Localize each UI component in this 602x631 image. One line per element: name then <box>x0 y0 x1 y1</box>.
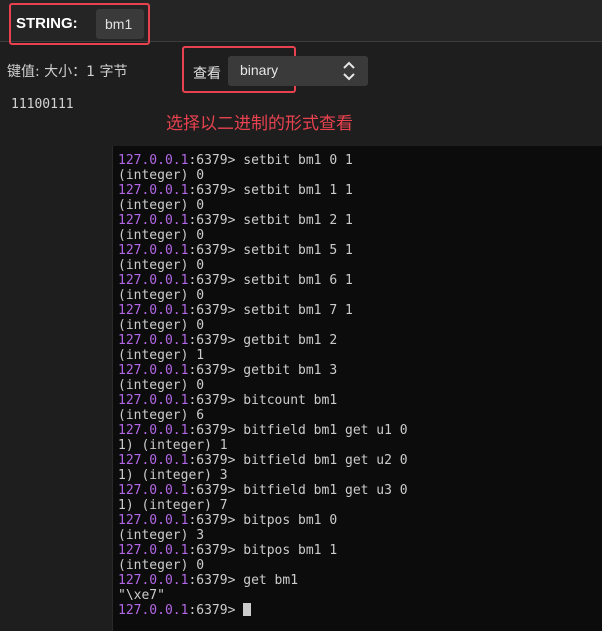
terminal-output-line: (integer) 0 <box>118 288 408 303</box>
terminal-command-line: 127.0.0.1:6379> bitpos bm1 0 <box>118 513 408 528</box>
terminal-output-line: (integer) 3 <box>118 528 408 543</box>
annotation-text: 选择以二进制的形式查看 <box>166 114 353 134</box>
result-text: (integer) 0 <box>118 558 205 573</box>
terminal-command-line: 127.0.0.1:6379> setbit bm1 5 1 <box>118 243 408 258</box>
command-text: :6379> bitpos bm1 1 <box>188 543 338 558</box>
command-text: :6379> bitfield bm1 get u2 0 <box>188 453 408 468</box>
result-text: (integer) 0 <box>118 258 205 273</box>
view-label: 查看 <box>193 66 221 82</box>
terminal-command-line: 127.0.0.1:6379> getbit bm1 3 <box>118 363 408 378</box>
terminal-command-line: 127.0.0.1:6379> setbit bm1 7 1 <box>118 303 408 318</box>
result-text: (integer) 0 <box>118 198 205 213</box>
terminal-command-line: 127.0.0.1:6379> get bm1 <box>118 573 408 588</box>
prompt-host: 127.0.0.1 <box>118 573 189 588</box>
terminal-output-line: (integer) 6 <box>118 408 408 423</box>
command-text: :6379> setbit bm1 5 1 <box>188 243 353 258</box>
terminal-command-line: 127.0.0.1:6379> setbit bm1 1 1 <box>118 183 408 198</box>
redis-cli-terminal[interactable]: 127.0.0.1:6379> setbit bm1 0 1 (integer) … <box>112 146 602 631</box>
result-text: (integer) 0 <box>118 228 205 243</box>
prompt-host: 127.0.0.1 <box>118 543 189 558</box>
terminal-output-line: (integer) 0 <box>118 258 408 273</box>
prompt-host: 127.0.0.1 <box>118 153 189 168</box>
terminal-command-line: 127.0.0.1:6379> <box>118 603 408 618</box>
terminal-output-line: "\xe7" <box>118 588 408 603</box>
prompt-host: 127.0.0.1 <box>118 183 189 198</box>
terminal-output-line: (integer) 0 <box>118 318 408 333</box>
prompt-host: 127.0.0.1 <box>118 333 189 348</box>
result-text: "\xe7" <box>118 588 165 603</box>
terminal-command-line: 127.0.0.1:6379> setbit bm1 0 1 <box>118 153 408 168</box>
result-text: 1) (integer) 3 <box>118 468 228 483</box>
terminal-command-line: 127.0.0.1:6379> bitcount bm1 <box>118 393 408 408</box>
terminal-output-line: (integer) 0 <box>118 168 408 183</box>
result-text: (integer) 6 <box>118 408 205 423</box>
binary-value-text: 11100111 <box>11 97 74 112</box>
command-text: :6379> get bm1 <box>188 573 299 588</box>
terminal-output: 127.0.0.1:6379> setbit bm1 0 1 (integer) … <box>118 153 408 618</box>
command-text: :6379> bitfield bm1 get u1 0 <box>188 423 408 438</box>
command-text: :6379> bitpos bm1 0 <box>188 513 338 528</box>
key-meta-info: 键值: 大小：1 字节 <box>7 64 128 80</box>
prompt-host: 127.0.0.1 <box>118 243 189 258</box>
prompt-host: 127.0.0.1 <box>118 213 189 228</box>
command-text: :6379> bitfield bm1 get u3 0 <box>188 483 408 498</box>
terminal-output-line: (integer) 0 <box>118 378 408 393</box>
select-updown-icon <box>343 61 355 81</box>
command-text: :6379> setbit bm1 1 1 <box>188 183 353 198</box>
command-text: :6379> setbit bm1 0 1 <box>188 153 353 168</box>
terminal-output-line: (integer) 1 <box>118 348 408 363</box>
result-text: (integer) 0 <box>118 288 205 303</box>
terminal-command-line: 127.0.0.1:6379> bitfield bm1 get u2 0 <box>118 453 408 468</box>
command-text: :6379> getbit bm1 2 <box>188 333 338 348</box>
terminal-command-line: 127.0.0.1:6379> setbit bm1 6 1 <box>118 273 408 288</box>
command-text: :6379> setbit bm1 6 1 <box>188 273 353 288</box>
view-format-select[interactable]: binary <box>228 56 368 86</box>
result-text: (integer) 0 <box>118 318 205 333</box>
prompt-host: 127.0.0.1 <box>118 483 189 498</box>
result-text: (integer) 3 <box>118 528 205 543</box>
command-text: :6379> bitcount bm1 <box>188 393 338 408</box>
terminal-output-line: 1) (integer) 7 <box>118 498 408 513</box>
prompt-host: 127.0.0.1 <box>118 363 189 378</box>
command-text: :6379> setbit bm1 7 1 <box>188 303 353 318</box>
type-label: STRING: <box>16 15 78 32</box>
command-text: :6379> getbit bm1 3 <box>188 363 338 378</box>
result-text: 1) (integer) 7 <box>118 498 228 513</box>
result-text: (integer) 1 <box>118 348 205 363</box>
view-format-value: binary <box>240 62 279 78</box>
terminal-output-line: (integer) 0 <box>118 228 408 243</box>
result-text: (integer) 0 <box>118 168 205 183</box>
terminal-command-line: 127.0.0.1:6379> bitpos bm1 1 <box>118 543 408 558</box>
terminal-output-line: (integer) 0 <box>118 558 408 573</box>
terminal-output-line: 1) (integer) 3 <box>118 468 408 483</box>
terminal-output-line: (integer) 0 <box>118 198 408 213</box>
result-text: 1) (integer) 1 <box>118 438 228 453</box>
prompt-host: 127.0.0.1 <box>118 273 189 288</box>
key-name-field[interactable]: bm1 <box>96 9 144 39</box>
terminal-command-line: 127.0.0.1:6379> bitfield bm1 get u3 0 <box>118 483 408 498</box>
terminal-command-line: 127.0.0.1:6379> bitfield bm1 get u1 0 <box>118 423 408 438</box>
prompt-host: 127.0.0.1 <box>118 603 189 618</box>
prompt-host: 127.0.0.1 <box>118 393 189 408</box>
terminal-output-line: 1) (integer) 1 <box>118 438 408 453</box>
prompt-host: 127.0.0.1 <box>118 513 189 528</box>
terminal-cursor <box>243 603 252 616</box>
terminal-command-line: 127.0.0.1:6379> setbit bm1 2 1 <box>118 213 408 228</box>
command-text: :6379> setbit bm1 2 1 <box>188 213 353 228</box>
prompt-host: 127.0.0.1 <box>118 423 189 438</box>
terminal-command-line: 127.0.0.1:6379> getbit bm1 2 <box>118 333 408 348</box>
result-text: (integer) 0 <box>118 378 205 393</box>
command-text: :6379> <box>188 603 244 618</box>
prompt-host: 127.0.0.1 <box>118 303 189 318</box>
prompt-host: 127.0.0.1 <box>118 453 189 468</box>
